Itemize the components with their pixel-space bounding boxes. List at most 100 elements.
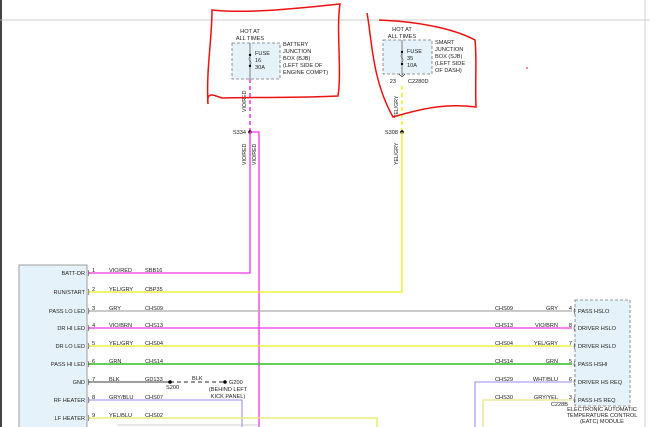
ground-location: KICK PANEL) — [211, 394, 246, 400]
pin-number: 23 — [390, 79, 396, 85]
sjb-label: SMART — [435, 40, 455, 46]
sjb-label: OF DASH) — [435, 68, 462, 74]
pin-number: 4 — [92, 323, 95, 329]
pin-number: 2 — [92, 287, 95, 293]
pin-number: 3 — [92, 306, 95, 312]
fuse-label: FUSE — [255, 51, 270, 57]
pin-label: PASS HS REQ — [578, 398, 616, 404]
pin-number: 5 — [569, 359, 572, 365]
bjb-hot-label-2: ALL TIMES — [236, 36, 265, 42]
eatc-module-box — [574, 299, 631, 407]
pin-label: GND — [73, 380, 85, 386]
circuit-id: SBB16 — [145, 268, 162, 274]
wire-yel-blu-chs02 — [88, 417, 378, 427]
pin-number: 6 — [569, 377, 572, 383]
circuit-id: CHS14 — [495, 359, 513, 365]
circuit-id: CHS07 — [145, 395, 163, 401]
battery-junction-box: HOT AT ALL TIMES FUSE 16 30A BATTERY JUN… — [231, 29, 328, 80]
module-name: (EATC) MODULE — [580, 419, 624, 425]
sjb-label: (LEFT SIDE — [435, 61, 465, 67]
wire-color: YEL/GRY — [109, 287, 133, 293]
pin-label: DR HI LED — [57, 326, 85, 332]
bjb-hot-label: HOT AT — [240, 29, 260, 35]
wire-color: GRY — [546, 306, 558, 312]
sjb-hot-label: HOT AT — [392, 27, 412, 33]
annotation-dot — [526, 67, 528, 69]
circuit-id: CBP35 — [145, 287, 163, 293]
circuit-id: CHS02 — [145, 413, 163, 419]
wire-vio-red-branch — [250, 131, 260, 427]
pin-number: 4 — [569, 306, 572, 312]
circuit-id: CHS29 — [495, 377, 513, 383]
pin-label: LF HEATER — [55, 416, 85, 422]
circuit-id: CHS09 — [495, 306, 513, 312]
pin-label: RUN/START — [54, 290, 86, 296]
wire-color: BLK — [109, 377, 120, 383]
splice-label: S334 — [233, 130, 246, 136]
left-module-pins: BATT-DR 1 VIO/RED SBB16 RUN/START 2 YEL/GRY CBP… — [49, 268, 163, 422]
bjb-label: JUNCTION — [283, 49, 311, 55]
circuit-id: CHS30 — [495, 395, 513, 401]
wire-color: VIO/RED — [109, 268, 132, 274]
pin-label: DRIVER HSLO — [578, 326, 617, 332]
pin-number: 8 — [569, 323, 572, 329]
wire-color: YEL/GRY — [534, 341, 558, 347]
circuit-id: CHS04 — [145, 341, 163, 347]
pin-number: 3 — [569, 395, 572, 401]
wire-color: GRY/YEL — [534, 395, 558, 401]
diagram-canvas: HOT AT ALL TIMES FUSE 16 30A BATTERY JUN… — [0, 0, 650, 427]
wire-color: GRY/BLU — [109, 395, 133, 401]
bjb-label: ENGINE COMPT) — [283, 70, 328, 76]
wire-vio-red-batt — [88, 132, 251, 274]
bjb-label: BOX (BJB) — [283, 56, 310, 62]
fuse-number: 16 — [255, 58, 261, 64]
pin-number: 5 — [92, 341, 95, 347]
splice-label: S200 — [166, 385, 179, 391]
circuit-id: CHS13 — [495, 323, 513, 329]
fuse-terminal-icon — [248, 53, 252, 57]
wire-color: YEL/BLU — [109, 413, 132, 419]
splice-s200 — [168, 380, 172, 384]
circuit-id: GD133 — [145, 377, 163, 383]
pin-label: PASS HSLO — [578, 309, 610, 315]
pin-number: 9 — [92, 413, 95, 419]
connector-c228b: C228B — [551, 402, 568, 408]
pin-number: 7 — [569, 341, 572, 347]
pin-number: 6 — [92, 359, 95, 365]
wire-color: VIO/BRN — [535, 323, 558, 329]
pin-label: PASS HI LED — [51, 362, 85, 368]
sjb-label: BOX (SJB) — [435, 54, 462, 60]
sjb-hot-label-2: ALL TIMES — [388, 34, 417, 40]
pin-number: 1 — [92, 268, 95, 274]
bjb-label: BATTERY — [283, 42, 309, 48]
pin-number: 8 — [92, 395, 95, 401]
smart-junction-box: HOT AT ALL TIMES FUSE 35 10A SMART JUNCT… — [382, 27, 465, 85]
fuse-number: 35 — [407, 56, 413, 62]
ground-label: G200 — [229, 380, 243, 386]
splice-label: S308 — [385, 130, 398, 136]
pin-label: DRIVER HSLO — [578, 344, 617, 350]
circuit-id: CHS14 — [145, 359, 163, 365]
circuit-id: CHS09 — [145, 306, 163, 312]
circuit-id: CHS13 — [145, 323, 163, 329]
pin-label: PASS HSHI — [578, 362, 608, 368]
pin-label: PASS LO LED — [49, 309, 85, 315]
wire-color: WHT/BLU — [533, 377, 558, 383]
wire-color: VIO/BRN — [109, 323, 132, 329]
sjb-label: JUNCTION — [435, 47, 463, 53]
wire-color: GRN — [109, 359, 121, 365]
connector-id: C2280D — [408, 79, 429, 85]
wiring-diagram: HOT AT ALL TIMES FUSE 16 30A BATTERY JUN… — [0, 0, 650, 427]
wire-color: GRN — [546, 359, 558, 365]
pin-number: 7 — [92, 377, 95, 383]
wire-label: YEL/GRY — [394, 142, 400, 165]
ground-location: (BEHIND LEFT — [209, 387, 248, 393]
pin-label: RF HEATER — [54, 398, 85, 404]
bjb-label: (LEFT SIDE OF — [283, 63, 323, 69]
wire-label: BLK — [192, 376, 203, 382]
wire-label: VIO/RED — [252, 143, 258, 165]
fuse-label: FUSE — [407, 49, 422, 55]
pin-label: DR LO LED — [55, 344, 85, 350]
pin-label: DRIVER HS REQ — [578, 380, 623, 386]
circuit-id: CHS04 — [495, 341, 513, 347]
